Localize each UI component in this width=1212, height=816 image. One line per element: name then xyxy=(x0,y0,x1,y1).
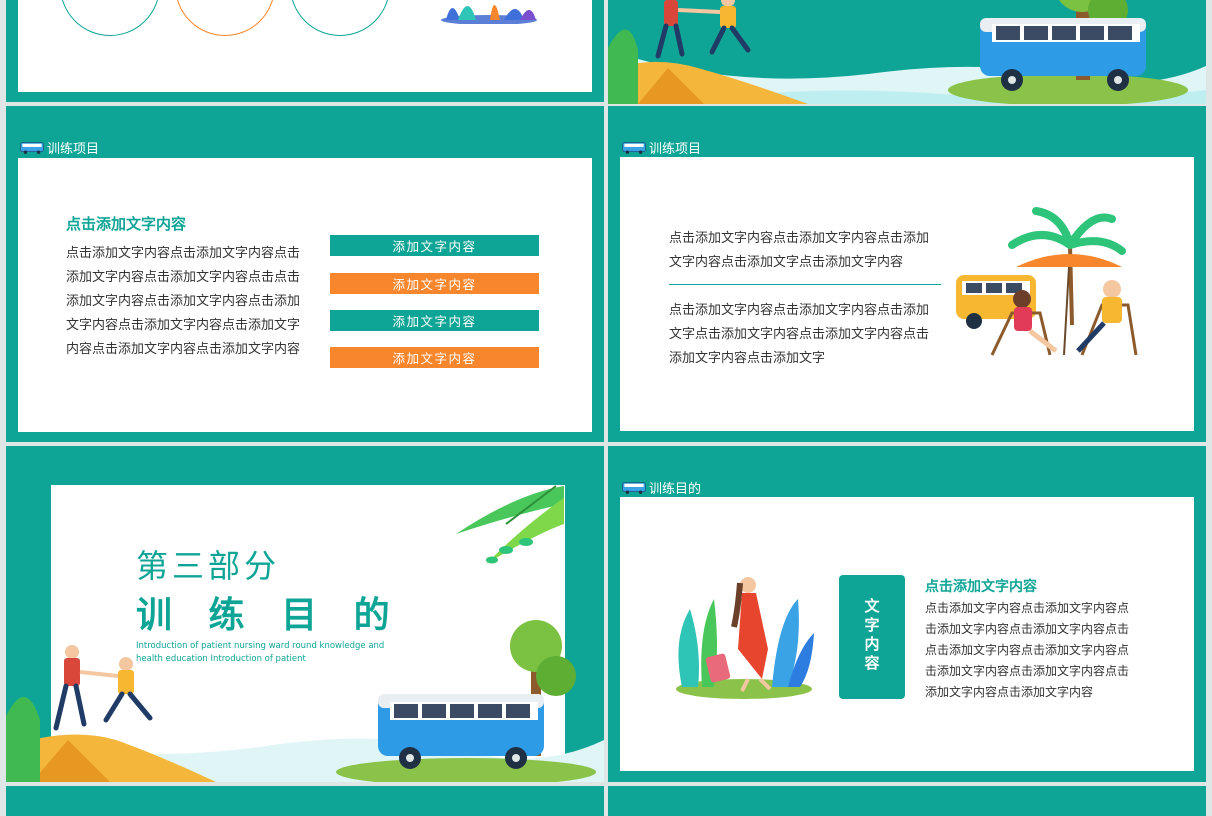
slide-thumbnail-training-goal[interactable]: 训练目的 文字内容 点击添加文字内容 点击添加文字内容点击添加文字内容点击添加文… xyxy=(608,446,1206,782)
beach-vacation-illustration xyxy=(956,207,1138,356)
label-bar-orange: 添加文字内容 xyxy=(330,273,539,294)
label-bar-orange: 添加文字内容 xyxy=(330,347,539,368)
slide-thumbnail-top-left[interactable] xyxy=(6,0,604,102)
slide-header-label: 训练项目 xyxy=(649,142,702,157)
part-label: 第三部分 xyxy=(136,547,281,585)
divider-line xyxy=(669,284,941,285)
slide-thumbnail-part-three[interactable]: 第三部分 训 练 目 的 Introduction of patient nur… xyxy=(6,446,604,782)
slide-header-label: 训练目的 xyxy=(649,482,702,497)
slide-content-panel: 点击添加文字内容 点击添加文字内容点击添加文字内容点击添加文字内容点击添加文字内… xyxy=(18,158,592,432)
bus-icon xyxy=(20,142,44,154)
hill-hikers-illustration xyxy=(608,0,1206,104)
slide-thumbnail-bottom-right[interactable] xyxy=(608,786,1206,816)
slide-thumbnail-training-items-1[interactable]: 训练项目 点击添加文字内容 点击添加文字内容点击添加文字内容点击添加文字内容点击… xyxy=(6,106,604,442)
hikers-bus-scene-illustration xyxy=(6,620,604,782)
plants-illustration xyxy=(441,5,537,24)
slide-header: 训练目的 xyxy=(622,478,701,497)
slide-thumbnail-training-items-2[interactable]: 训练项目 点击添加文字内容点击添加文字内容点击添加文字内容点击添加文字点击添加文… xyxy=(608,106,1206,442)
slide-header: 训练项目 xyxy=(20,138,99,157)
traveler-woman-illustration xyxy=(676,577,814,699)
section-title: 点击添加文字内容 xyxy=(66,215,187,233)
slide-thumbnail-top-right[interactable] xyxy=(608,0,1206,104)
badge-label: 文字内容 xyxy=(864,597,880,672)
section-body-text: 点击添加文字内容点击添加文字内容点击添加文字内容点击添加文字内容点击点击添加文字… xyxy=(66,246,301,357)
bus-icon xyxy=(622,482,646,494)
bus-icon xyxy=(622,142,646,154)
slide-content-panel: 点击添加文字内容点击添加文字内容点击添加文字内容点击添加文字点击添加文字内容 点… xyxy=(620,157,1194,431)
goal-title: 点击添加文字内容 xyxy=(925,579,1037,595)
label-bar-teal: 添加文字内容 xyxy=(330,310,539,331)
leaves-corner-illustration xyxy=(456,485,564,564)
label-bar-teal: 添加文字内容 xyxy=(330,235,539,256)
slide-header: 训练项目 xyxy=(622,138,701,157)
slide-content-panel: 文字内容 点击添加文字内容 点击添加文字内容点击添加文字内容点击添加文字内容点击… xyxy=(620,497,1194,771)
slide-header-label: 训练项目 xyxy=(47,142,100,157)
paragraph-one: 点击添加文字内容点击添加文字内容点击添加文字内容点击添加文字点击添加文字内容 xyxy=(669,231,930,270)
paragraph-two: 点击添加文字内容点击添加文字内容点击添加文字点击添加文字内容点击添加文字内容点击… xyxy=(669,303,930,366)
slide-thumbnail-bottom-left[interactable] xyxy=(6,786,604,816)
goal-body-text: 点击添加文字内容点击添加文字内容点击添加文字内容点击添加文字内容点击点击添加文字… xyxy=(925,601,1130,699)
